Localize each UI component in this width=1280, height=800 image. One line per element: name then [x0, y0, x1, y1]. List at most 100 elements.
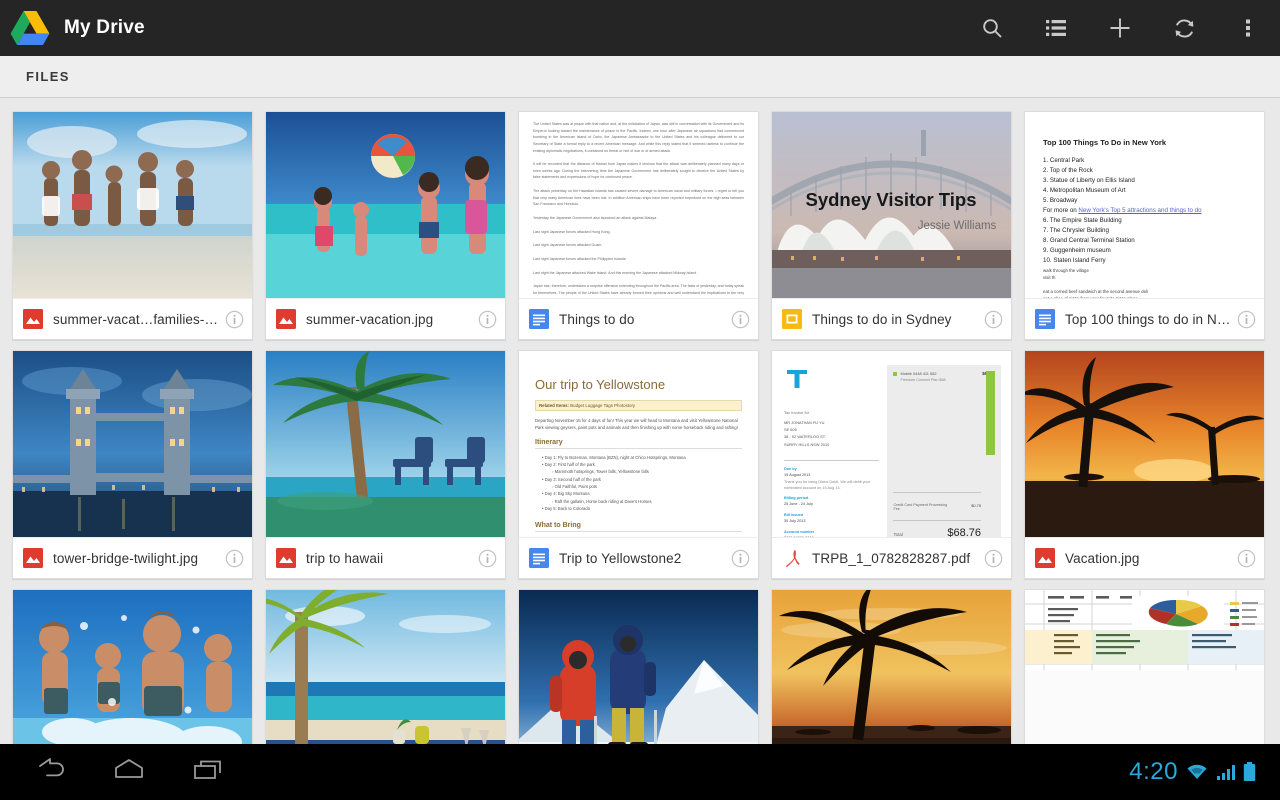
doc-paragraph: Yesterday the Japanese Government also l… [533, 216, 658, 221]
file-thumbnail: Tax Invoice for MR JONATHAN FU YU SE 605 3… [772, 351, 1011, 537]
doc-paragraph: Last night the Japanese attacked Wake Is… [533, 270, 698, 275]
nyc-small-item: eat a corned beef sandwich at the second… [1043, 288, 1148, 294]
nyc-list-item: 3. Statue of Liberty on Ellis Island [1043, 177, 1135, 185]
pdf-address-line: 38 - 52 WATERLOO ST. [784, 434, 826, 440]
doc-paragraph: The attack yesterday on the Hawaiian Isl… [533, 189, 744, 207]
overflow-menu-button[interactable] [1216, 0, 1280, 56]
file-info-button[interactable] [984, 549, 1003, 568]
back-button[interactable] [36, 757, 66, 788]
pdf-address-line: SURRY HILLS NSW 2010 [784, 441, 830, 447]
file-meta: summer-vacation.jpg [266, 298, 505, 339]
related-label: Related Items: [539, 403, 570, 408]
yellowstone-section-2: What to Bring [535, 522, 742, 533]
pdf-field-value: 30 July 2013 [784, 519, 806, 524]
google-docs-icon [529, 548, 549, 568]
file-card[interactable] [1024, 589, 1265, 744]
file-info-button[interactable] [1237, 549, 1256, 568]
nyc-link[interactable]: New York's Top 5 attractions and things … [1078, 207, 1201, 214]
file-card[interactable]: tower-bridge-twilight.jpg [12, 350, 253, 579]
pdf-invoice: Tax Invoice for MR JONATHAN FU YU SE 605 3… [772, 351, 1011, 537]
yellowstone-section-1: Itinerary [535, 439, 742, 449]
file-meta: Things to do in Sydney [772, 298, 1011, 339]
file-thumbnail [13, 590, 252, 744]
yellowstone-intro: Departing November 15 for 4 days of fun!… [535, 418, 738, 431]
file-meta: TRPB_1_0782828287.pdf [772, 537, 1011, 578]
file-grid-scroll[interactable]: summer-vacat…families-1.jpg summer-vacat… [0, 98, 1280, 744]
sync-button[interactable] [1152, 0, 1216, 56]
file-card[interactable]: Top 100 Things To Do in New York 1. Cent… [1024, 111, 1265, 340]
pdf-file-icon [785, 550, 800, 567]
file-card[interactable] [12, 589, 253, 744]
file-card[interactable]: The United States was at peace with that… [518, 111, 759, 340]
file-info-button[interactable] [731, 549, 750, 568]
file-card[interactable] [771, 589, 1012, 744]
file-name: TRPB_1_0782828287.pdf [812, 550, 971, 566]
doc-paragraph: Last night Japanese forces attacked Hong… [533, 229, 611, 234]
recents-button[interactable] [192, 757, 224, 788]
file-info-button[interactable] [1237, 310, 1256, 329]
nyc-small-item: walk through the village [1043, 267, 1089, 273]
file-info-button[interactable] [478, 549, 497, 568]
file-card[interactable]: Sydney Visitor Tips Jessie Williams Thin… [771, 111, 1012, 340]
photo-beach-table [266, 590, 505, 744]
photo-beach-family [13, 112, 252, 298]
file-card[interactable]: trip to hawaii [265, 350, 506, 579]
file-name: Top 100 things to do in NYC [1065, 311, 1231, 327]
tab-files[interactable]: FILES [20, 69, 76, 84]
file-meta: Trip to Yellowstone2 [519, 537, 758, 578]
slide-sydney: Sydney Visitor Tips Jessie Williams [772, 112, 1011, 298]
nyc-small-item: get a slice of pizza from your favorite … [1043, 295, 1246, 298]
nyc-list-item: 4. Metropolitan Museum of Art [1043, 187, 1126, 195]
search-button[interactable] [960, 0, 1024, 56]
photo-palm-sunset [1025, 351, 1264, 537]
file-card[interactable]: Our trip to Yellowstone Related Items: B… [518, 350, 759, 579]
file-info-button[interactable] [984, 310, 1003, 329]
doc-paragraph: Last night Japanese forces attacked Guam… [533, 243, 603, 248]
photo-tower-bridge [13, 351, 252, 537]
file-info-button[interactable] [731, 310, 750, 329]
pdf-line-sub: Freedom Connect Plan $68 [900, 378, 946, 382]
pdf-field-note: Thank you for using Direct Debit. We wil… [784, 479, 871, 490]
refresh-icon [1175, 18, 1193, 38]
add-button[interactable] [1088, 0, 1152, 56]
file-meta: summer-vacat…families-1.jpg [13, 298, 252, 339]
photo-beach-ball [266, 112, 505, 298]
back-arrow-icon [39, 757, 64, 776]
pdf-total-label: Total [893, 532, 903, 537]
related-values: Budget Luggage Tags Photostory [570, 403, 636, 408]
file-card[interactable]: Tax Invoice for MR JONATHAN FU YU SE 605 3… [771, 350, 1012, 579]
file-thumbnail: Top 100 Things To Do in New York 1. Cent… [1025, 112, 1264, 298]
file-info-button[interactable] [225, 310, 244, 329]
list-view-button[interactable] [1024, 0, 1088, 56]
file-name: Vacation.jpg [1065, 550, 1140, 566]
file-card[interactable] [265, 589, 506, 744]
pdf-line-item: Mobile 0448 411 582 [900, 371, 937, 376]
pdf-addressee-label: Tax Invoice for [784, 410, 810, 415]
file-card[interactable]: Vacation.jpg [1024, 350, 1265, 579]
nyc-list-item: 5. Broadway [1043, 197, 1078, 205]
file-card[interactable]: summer-vacation.jpg [265, 111, 506, 340]
file-thumbnail: Sydney Visitor Tips Jessie Williams [772, 112, 1011, 298]
plus-icon [1110, 18, 1130, 38]
pdf-field: Bill issued 30 July 2013 [784, 512, 879, 525]
pdf-field: Account number2000 24086 8808 [784, 529, 879, 537]
photo-palm-chairs [266, 351, 505, 537]
nyc-list-item: 1. Central Park [1043, 157, 1085, 164]
pdf-field: Billing period 25 June - 24 July [784, 495, 879, 508]
file-info-button[interactable] [478, 310, 497, 329]
file-info-button[interactable] [225, 549, 244, 568]
nyc-link-line: For more on New York's Top 5 attractions… [1043, 207, 1202, 215]
wifi-icon [1187, 764, 1207, 779]
file-name: tower-bridge-twilight.jpg [53, 550, 199, 566]
file-card[interactable]: summer-vacat…families-1.jpg [12, 111, 253, 340]
google-drive-logo[interactable] [10, 11, 50, 45]
signal-icon [1217, 765, 1235, 780]
image-file-icon [23, 309, 43, 329]
itinerary-item: • Day 4: Big Sky Montana [542, 491, 590, 497]
pdf-address-line: MR JONATHAN FU YU [784, 420, 825, 425]
file-card[interactable] [518, 589, 759, 744]
home-button[interactable] [112, 757, 146, 788]
nyc-list-item: 2. Top of the Rock [1043, 167, 1093, 175]
file-name: summer-vacat…families-1.jpg [53, 311, 219, 327]
file-name: Trip to Yellowstone2 [559, 550, 682, 566]
